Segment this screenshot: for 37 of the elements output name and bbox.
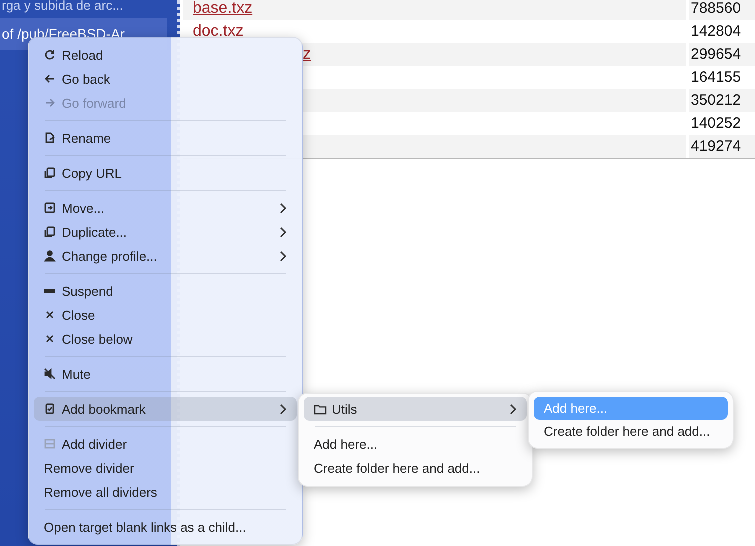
mute-icon bbox=[44, 368, 56, 380]
close-icon bbox=[44, 333, 56, 345]
forward-icon bbox=[44, 97, 56, 109]
menu-item[interactable]: Copy URL bbox=[34, 161, 297, 185]
close-icon bbox=[44, 309, 56, 321]
file-link[interactable]: base.txz bbox=[193, 0, 253, 18]
person-icon bbox=[44, 250, 56, 262]
menu-item[interactable]: Change profile... bbox=[34, 244, 297, 268]
menu-item[interactable]: Move... bbox=[34, 196, 297, 220]
menu-item[interactable]: Duplicate... bbox=[34, 220, 297, 244]
file-link[interactable]: z bbox=[303, 46, 311, 64]
menu-item[interactable]: Go back bbox=[34, 67, 297, 91]
menu-item[interactable]: Utils bbox=[304, 397, 527, 421]
menu-item[interactable]: Create folder here and add... bbox=[304, 456, 527, 480]
rename-icon bbox=[44, 132, 56, 144]
menu-item[interactable]: Mute bbox=[34, 362, 297, 386]
menu-item[interactable]: Remove divider bbox=[34, 456, 297, 480]
menu-item[interactable]: Rename bbox=[34, 126, 297, 150]
menu-item[interactable]: Add here... bbox=[304, 432, 527, 456]
menu-item[interactable]: Close bbox=[34, 303, 297, 327]
folder-icon bbox=[314, 404, 327, 414]
copy-icon bbox=[44, 167, 56, 179]
menu-item[interactable]: Suspend bbox=[34, 279, 297, 303]
menu-item[interactable]: Remove all dividers bbox=[34, 480, 297, 504]
copy-icon bbox=[44, 226, 56, 238]
back-icon bbox=[44, 73, 56, 85]
bookmark-icon bbox=[44, 403, 56, 415]
menu-item[interactable]: Add bookmark bbox=[34, 397, 297, 421]
table-cell: 419274 bbox=[686, 135, 755, 158]
move-icon bbox=[44, 202, 56, 214]
menu-item[interactable]: Create folder here and add... bbox=[534, 420, 728, 443]
sidebar-tab[interactable]: rga y subida de arc... bbox=[0, 0, 177, 14]
reload-icon bbox=[44, 49, 56, 61]
file-link[interactable]: doc.txz bbox=[193, 22, 244, 40]
menu-item[interactable]: Open target blank links as a child... bbox=[34, 515, 297, 539]
menu-item[interactable]: Close below bbox=[34, 327, 297, 351]
menu-item[interactable]: Add divider bbox=[34, 432, 297, 456]
